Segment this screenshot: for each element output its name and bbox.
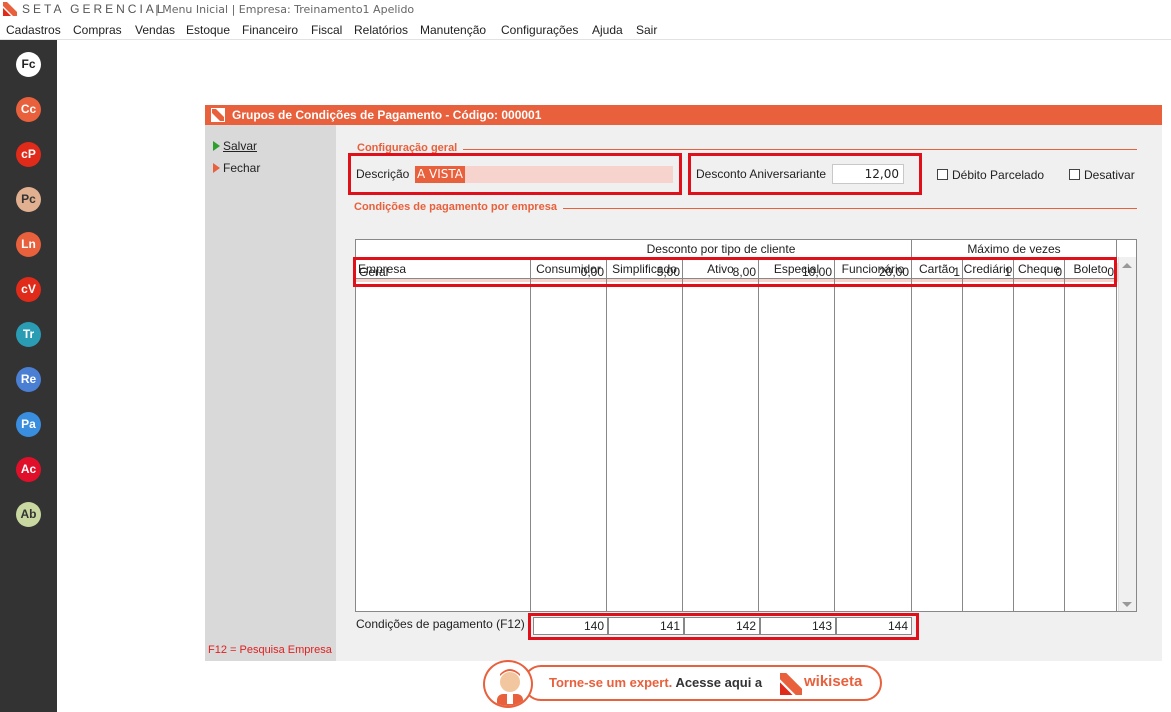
column-divider <box>1014 279 1065 611</box>
shortcut-re-button[interactable]: Re <box>16 367 41 392</box>
birthday-discount-input[interactable]: 12,00 <box>832 164 904 184</box>
banner-text-1: Torne-se um expert. <box>549 675 673 690</box>
menu-financeiro[interactable]: Financeiro <box>242 23 298 37</box>
shortcut-cc-button[interactable]: Cc <box>16 97 41 122</box>
deactivate-label: Desativar <box>1084 168 1135 182</box>
column-divider <box>835 279 912 611</box>
action-panel: Salvar Fechar F12 = Pesquisa Empresa <box>205 125 336 661</box>
shortcut-ac-button[interactable]: Ac <box>16 457 41 482</box>
scroll-up-icon[interactable] <box>1122 263 1132 268</box>
grid-scrollbar[interactable] <box>1118 257 1136 611</box>
shortcut-fc-button[interactable]: Fc <box>16 52 41 77</box>
section-divider <box>357 149 1137 150</box>
menu-cadastros[interactable]: Cadastros <box>6 23 61 37</box>
column-divider <box>912 279 963 611</box>
menu-fiscal[interactable]: Fiscal <box>311 23 342 37</box>
shortcut-ln-button[interactable]: Ln <box>16 232 41 257</box>
highlight-box <box>528 613 919 640</box>
column-divider <box>607 279 683 611</box>
menu-relatorios[interactable]: Relatórios <box>354 23 408 37</box>
f12-note: F12 = Pesquisa Empresa <box>208 644 332 656</box>
window-title: Grupos de Condições de Pagamento - Códig… <box>232 108 542 122</box>
description-input[interactable]: A VISTA <box>415 166 673 183</box>
save-label: Salvar <box>223 139 258 153</box>
shortcut-ab-button[interactable]: Ab <box>16 502 41 527</box>
menu-manutencao[interactable]: Manutenção <box>420 23 486 37</box>
shortcut-cp-button[interactable]: cP <box>16 142 41 167</box>
wikiseta-logo-icon <box>780 673 802 695</box>
expert-avatar-icon <box>483 660 533 708</box>
save-button[interactable]: Salvar <box>213 139 257 153</box>
summary-label: Condições de pagamento (F12) <box>356 617 525 631</box>
description-label: Descrição <box>356 167 410 181</box>
payment-groups-window: Grupos de Condições de Pagamento - Códig… <box>205 105 1162 661</box>
column-divider <box>683 279 759 611</box>
shortcut-cv-button[interactable]: cV <box>16 277 41 302</box>
app-brand: SETA GERENCIAL <box>22 2 167 16</box>
company-section-title: Condições de pagamento por empresa <box>354 201 563 213</box>
description-value: A VISTA <box>415 166 465 183</box>
menu-estoque[interactable]: Estoque <box>186 23 230 37</box>
column-divider <box>1065 279 1117 611</box>
shortcut-pc-button[interactable]: Pc <box>16 187 41 212</box>
menu-ajuda[interactable]: Ajuda <box>592 23 623 37</box>
highlight-box <box>353 257 1117 287</box>
close-label: Fechar <box>223 161 261 175</box>
deactivate-checkbox[interactable] <box>1069 169 1080 180</box>
debit-installment-checkbox[interactable] <box>937 169 948 180</box>
column-divider <box>531 279 607 611</box>
menu-vendas[interactable]: Vendas <box>135 23 175 37</box>
banner-text-2: Acesse aqui a <box>675 675 763 690</box>
shortcut-sidebar: Fc Cc cP Pc Ln cV Tr Re Pa Ac Ab <box>0 40 57 712</box>
debit-installment-label: Débito Parcelado <box>952 168 1045 182</box>
menu-compras[interactable]: Compras <box>73 23 122 37</box>
company-conditions-grid[interactable]: Desconto por tipo de cliente Máximo de v… <box>355 239 1137 612</box>
banner-text: Torne-se um expert. Acesse aqui a <box>549 675 762 690</box>
column-divider <box>963 279 1014 611</box>
shortcut-pa-button[interactable]: Pa <box>16 412 41 437</box>
menu-sair[interactable]: Sair <box>636 23 657 37</box>
play-icon <box>213 163 220 173</box>
column-divider <box>759 279 835 611</box>
seta-logo-icon <box>3 2 17 16</box>
shortcut-tr-button[interactable]: Tr <box>16 322 41 347</box>
menu-bar: Cadastros Compras Vendas Estoque Finance… <box>0 21 1171 40</box>
play-icon <box>213 141 220 151</box>
window-titlebar: Grupos de Condições de Pagamento - Códig… <box>205 105 1162 125</box>
wikiseta-banner[interactable]: Torne-se um expert. Acesse aqui a wikise… <box>483 660 883 708</box>
menu-configuracoes[interactable]: Configurações <box>501 23 578 37</box>
app-context: | Menu Inicial | Empresa: Treinamento1 A… <box>155 3 415 16</box>
app-titlebar: SETA GERENCIAL | Menu Inicial | Empresa:… <box>0 0 1171 20</box>
seta-logo-icon <box>211 108 225 122</box>
birthday-discount-label: Desconto Aniversariante <box>696 167 827 181</box>
scroll-down-icon[interactable] <box>1122 602 1132 607</box>
column-divider <box>356 279 531 611</box>
wikiseta-brand: wikiseta <box>804 673 863 690</box>
close-button[interactable]: Fechar <box>213 161 260 175</box>
